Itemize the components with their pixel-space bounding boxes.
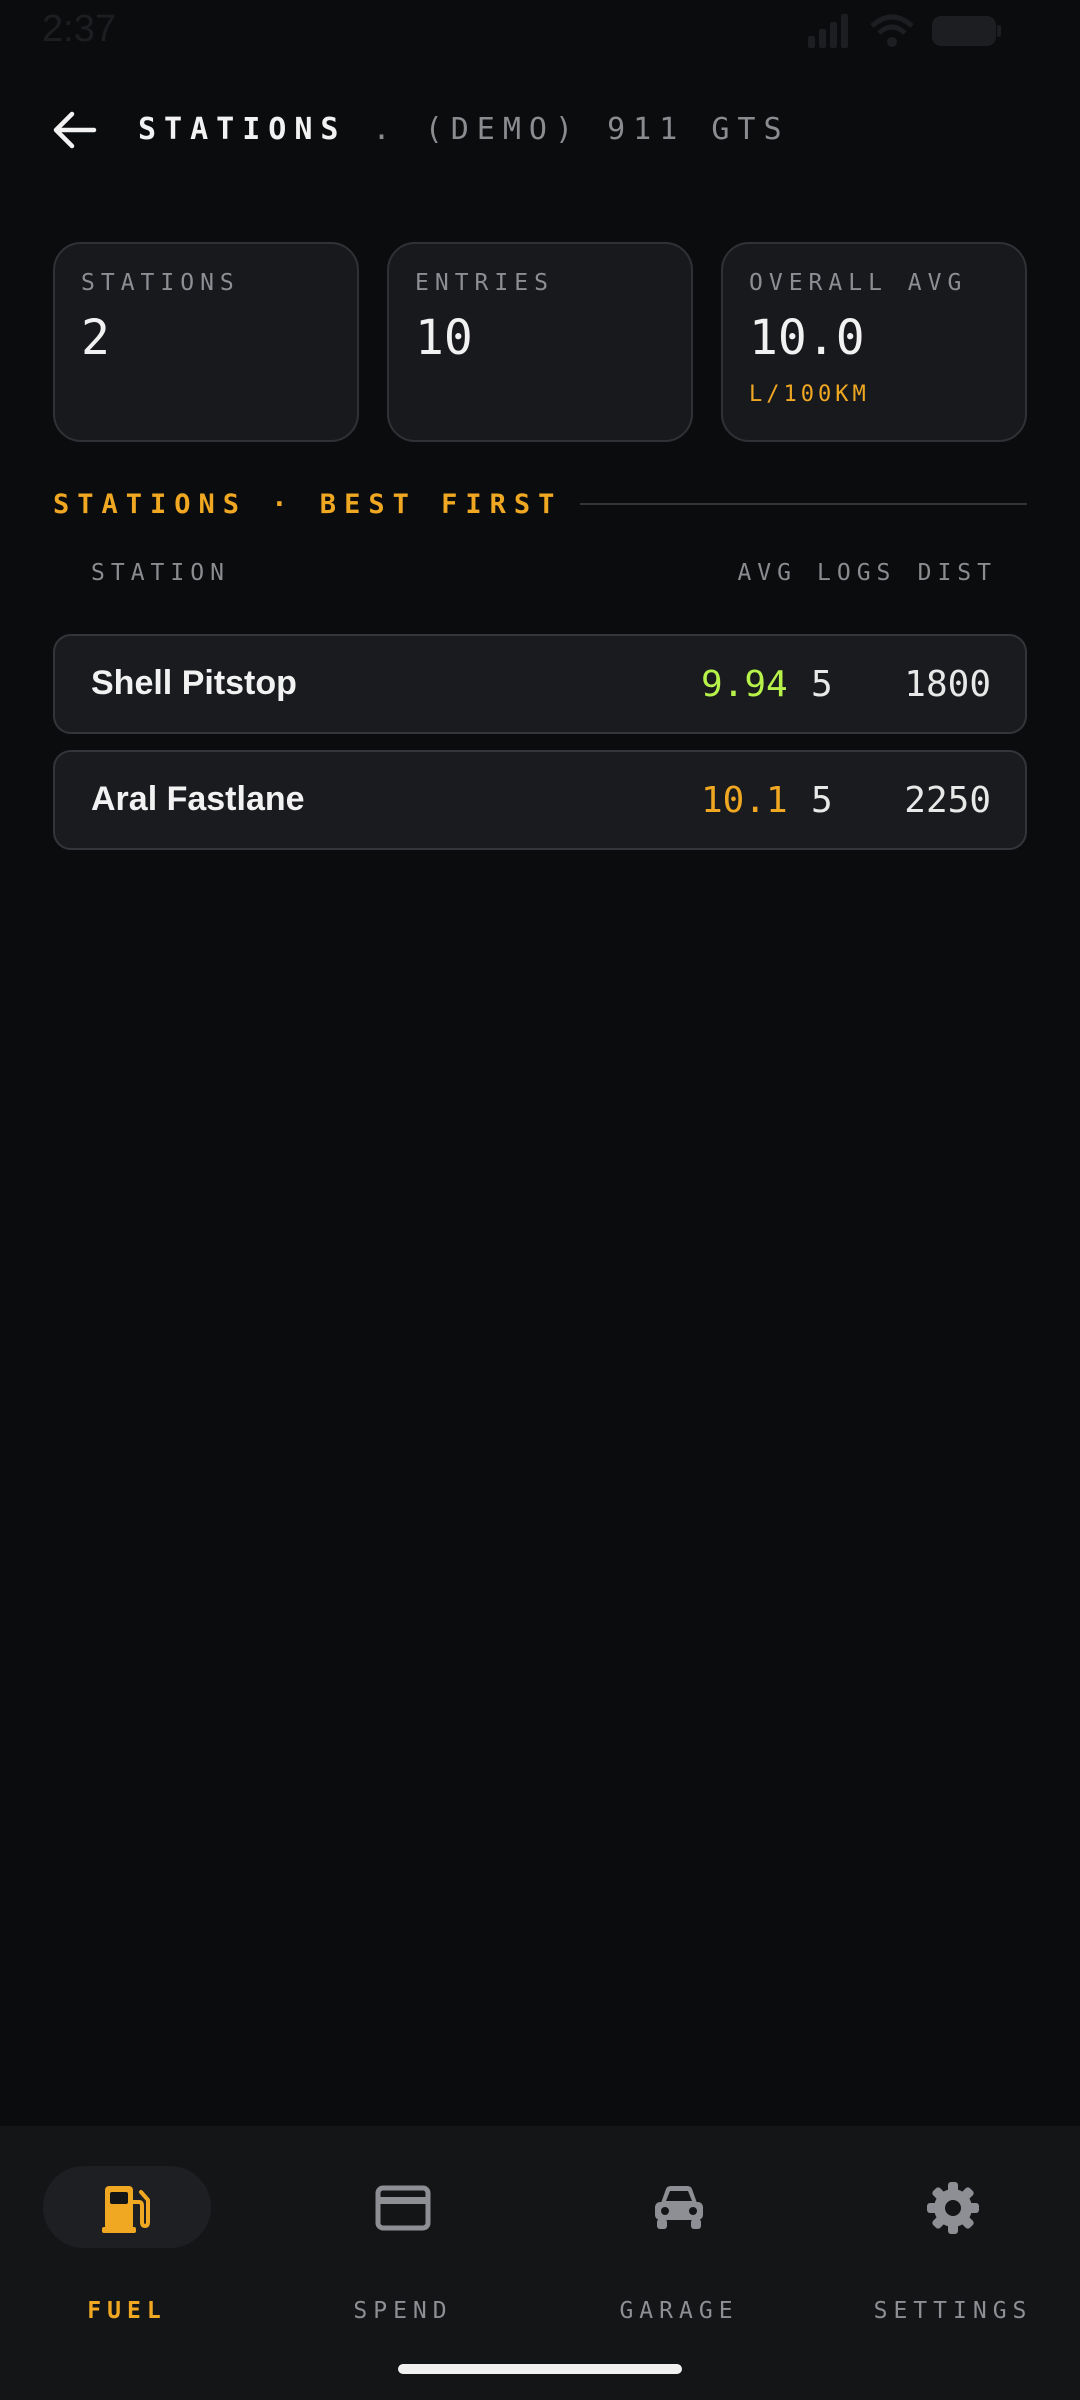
column-header-logs: LOGS — [817, 560, 897, 586]
stat-value: 10.0 — [749, 310, 865, 366]
column-header-avg: AVG — [737, 560, 797, 586]
station-dist: 1800 — [904, 664, 991, 705]
car-icon — [651, 2180, 707, 2236]
station-avg: 9.94 — [701, 664, 788, 705]
station-avg: 10.1 — [701, 780, 788, 821]
wifi-icon — [870, 14, 914, 52]
page-title-separator: . — [346, 112, 425, 147]
fuel-pump-icon — [99, 2180, 155, 2236]
stat-unit: L/100KM — [749, 382, 870, 407]
nav-item-fuel[interactable]: FUEL — [27, 2166, 227, 2324]
station-list: Shell Pitstop 9.94 5 1800 Aral Fastlane … — [53, 634, 1027, 866]
battery-icon — [932, 14, 1002, 52]
nav-label: GARAGE — [619, 2298, 739, 2324]
station-logs: 5 — [811, 780, 833, 821]
home-indicator[interactable] — [398, 2364, 682, 2374]
back-button[interactable] — [44, 106, 104, 158]
stat-value: 2 — [81, 310, 110, 366]
arrow-left-icon — [50, 110, 98, 154]
status-time: 2:37 — [42, 8, 116, 50]
page-title: STATIONS . (DEMO) 911 GTS — [138, 112, 790, 147]
credit-card-icon — [375, 2180, 431, 2236]
nav-label: SPEND — [353, 2298, 453, 2324]
stat-label: OVERALL AVG — [749, 270, 968, 296]
nav-label: FUEL — [87, 2298, 167, 2324]
stat-value: 10 — [415, 310, 473, 366]
divider — [580, 503, 1027, 505]
stat-label: STATIONS — [81, 270, 240, 296]
vehicle-name: (DEMO) 911 GTS — [424, 112, 790, 147]
column-header-station: STATION — [91, 560, 230, 586]
nav-item-settings[interactable]: SETTINGS — [853, 2166, 1053, 2324]
stat-label: ENTRIES — [415, 270, 554, 296]
gear-icon — [925, 2180, 981, 2236]
signal-icon — [808, 14, 852, 52]
stat-card-stations: STATIONS 2 — [53, 242, 359, 442]
station-logs: 5 — [811, 664, 833, 705]
section-title: STATIONS · BEST FIRST — [53, 488, 563, 520]
column-header-dist: DIST — [917, 560, 997, 586]
header: STATIONS . (DEMO) 911 GTS — [0, 96, 1080, 168]
table-header: STATION AVG LOGS DIST — [53, 560, 1027, 596]
station-row[interactable]: Aral Fastlane 10.1 5 2250 — [53, 750, 1027, 850]
status-icons — [808, 14, 1002, 52]
status-bar: 2:37 — [0, 0, 1080, 60]
nav-label: SETTINGS — [873, 2298, 1033, 2324]
section-heading: STATIONS · BEST FIRST — [53, 484, 1027, 524]
stat-card-overall-avg: OVERALL AVG 10.0 L/100KM — [721, 242, 1027, 442]
stat-cards: STATIONS 2 ENTRIES 10 OVERALL AVG 10.0 L… — [53, 242, 1027, 442]
station-name: Shell Pitstop — [91, 664, 297, 702]
station-dist: 2250 — [904, 780, 991, 821]
stat-card-entries: ENTRIES 10 — [387, 242, 693, 442]
page-title-main: STATIONS — [138, 112, 347, 147]
bottom-nav: FUEL SPEND GARAGE SETTINGS — [0, 2126, 1080, 2400]
stations-screen: 2:37 STATIONS . (DEMO) 911 GTS STATIONS … — [0, 0, 1080, 2400]
nav-item-spend[interactable]: SPEND — [303, 2166, 503, 2324]
station-row[interactable]: Shell Pitstop 9.94 5 1800 — [53, 634, 1027, 734]
nav-item-garage[interactable]: GARAGE — [579, 2166, 779, 2324]
station-name: Aral Fastlane — [91, 780, 305, 818]
